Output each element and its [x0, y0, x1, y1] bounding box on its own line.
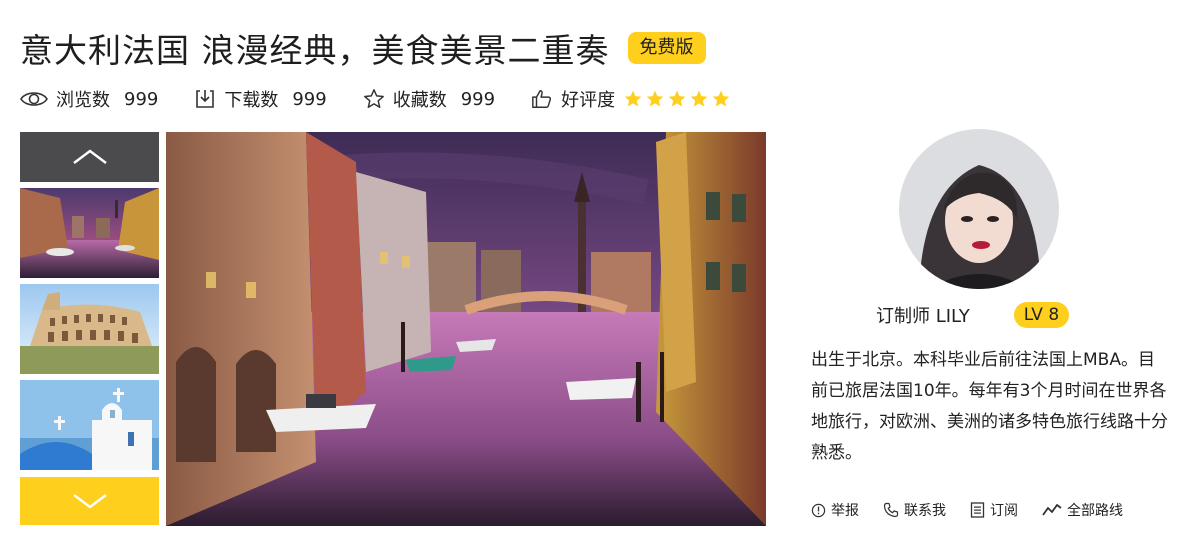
venice-canal-thumbnail[interactable]: [20, 188, 159, 278]
level-badge: LV 8: [1013, 302, 1070, 328]
planner-avatar[interactable]: [899, 129, 1059, 289]
planner-bio: 出生于北京。本科毕业后前往法国上MBA。目前已旅居法国10年。每年有3个月时间在…: [811, 350, 1168, 463]
star-filled-icon: [690, 90, 708, 107]
star-filled-icon: [712, 90, 730, 107]
download-icon: [196, 90, 215, 108]
all-routes-label: 全部路线: [1067, 503, 1123, 519]
report-button[interactable]: 举报: [811, 500, 859, 520]
star-outline-icon: [363, 89, 384, 108]
thumbnail-next-button[interactable]: [20, 477, 159, 525]
chevron-down-icon: [72, 494, 107, 509]
alert-circle-icon: [811, 503, 826, 517]
star-filled-icon: [624, 90, 642, 107]
favorites-value: 999: [460, 88, 496, 110]
stats-bar: 浏览数 999 下载数 999 收藏数 999 好评度: [20, 86, 769, 112]
planner-info: 订制师 LILY LV 8: [876, 302, 1070, 328]
subscribe-button[interactable]: 订阅: [970, 500, 1018, 520]
all-routes-button[interactable]: 全部路线: [1042, 500, 1123, 520]
free-version-badge: 免费版: [627, 32, 706, 64]
favorites-label: 收藏数: [392, 90, 447, 111]
page-title: 意大利法国 浪漫经典，美食美景二重奏: [20, 31, 610, 70]
thumbs-up-icon: [532, 90, 552, 108]
rating-stat: 好评度: [531, 86, 733, 112]
star-filled-icon: [646, 90, 664, 107]
santorini-church-thumbnail[interactable]: [20, 380, 159, 470]
downloads-value: 999: [292, 88, 327, 110]
main-photo-venice-canal: [166, 132, 766, 526]
subscribe-label: 订阅: [990, 503, 1018, 519]
phone-icon: [883, 502, 899, 518]
report-label: 举报: [831, 503, 859, 519]
thumbnail-prev-button[interactable]: [20, 132, 159, 182]
colosseum-thumbnail[interactable]: [20, 284, 159, 374]
views-stat: 浏览数 999: [20, 86, 158, 112]
views-value: 999: [124, 88, 159, 110]
rating-label: 好评度: [561, 90, 616, 111]
star-filled-icon: [668, 90, 686, 107]
rating-stars: [623, 89, 733, 109]
views-label: 浏览数: [56, 90, 110, 111]
planner-name: 订制师 LILY: [876, 306, 970, 327]
title-row: 意大利法国 浪漫经典，美食美景二重奏 免费版: [20, 24, 706, 72]
contact-label: 联系我: [904, 503, 946, 519]
eye-icon: [20, 92, 48, 106]
downloads-stat: 下载数 999: [194, 86, 327, 112]
route-trend-icon: [1042, 504, 1062, 516]
planner-actions: 举报 联系我 订阅 全部路线: [811, 500, 1147, 520]
document-icon: [970, 502, 985, 518]
favorites-stat: 收藏数 999: [363, 86, 495, 112]
chevron-up-icon: [72, 149, 107, 164]
contact-button[interactable]: 联系我: [883, 500, 946, 520]
downloads-label: 下载数: [224, 90, 279, 111]
thumbnail-strip: [20, 132, 159, 525]
